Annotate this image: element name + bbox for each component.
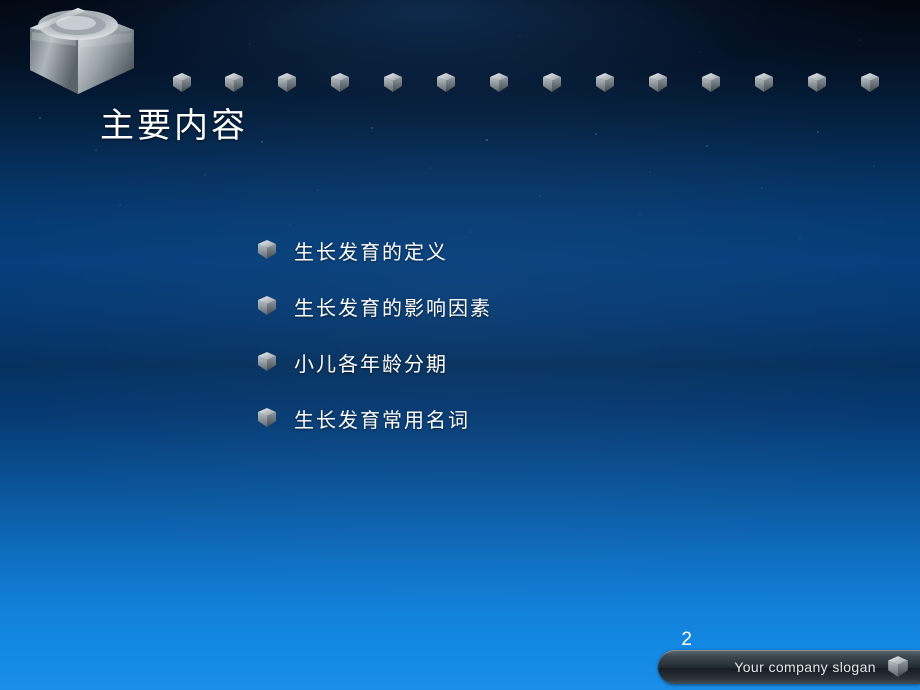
top-cube-row xyxy=(0,72,920,98)
cube-decoration-icon xyxy=(595,72,615,94)
list-item: 生长发育的影响因素 xyxy=(256,278,816,334)
cube-decoration-icon xyxy=(754,72,774,94)
footer-slogan: Your company slogan xyxy=(734,659,876,675)
cube-bullet-icon xyxy=(256,407,278,429)
cube-decoration-icon xyxy=(542,72,562,94)
cube-decoration-icon xyxy=(172,72,192,94)
list-item-label: 生长发育的影响因素 xyxy=(294,295,492,320)
list-item-label: 生长发育常用名词 xyxy=(294,407,470,432)
slide-title: 主要内容 xyxy=(100,106,248,146)
list-item: 小儿各年龄分期 xyxy=(256,334,816,390)
slide-canvas: 主要内容 生长发育的定义 生长发育的影响因素 小儿各年龄分期 生长发育常用名词 … xyxy=(0,0,920,690)
cube-decoration-icon xyxy=(701,72,721,94)
bullet-list: 生长发育的定义 生长发育的影响因素 小儿各年龄分期 生长发育常用名词 xyxy=(256,222,816,446)
cube-decoration-icon xyxy=(436,72,456,94)
cube-bullet-icon xyxy=(256,239,278,261)
cube-decoration-icon xyxy=(648,72,668,94)
list-item-label: 小儿各年龄分期 xyxy=(294,351,448,376)
cube-decoration-icon xyxy=(860,72,880,94)
list-item-label: 生长发育的定义 xyxy=(294,239,448,264)
cube-bullet-icon xyxy=(256,351,278,373)
list-item: 生长发育常用名词 xyxy=(256,390,816,446)
cube-decoration-icon xyxy=(277,72,297,94)
cube-decoration-icon xyxy=(383,72,403,94)
cube-bullet-icon xyxy=(256,295,278,317)
cube-decoration-icon xyxy=(489,72,509,94)
cube-decoration-icon xyxy=(224,72,244,94)
cube-logo-icon xyxy=(886,655,910,679)
list-item: 生长发育的定义 xyxy=(256,222,816,278)
cube-decoration-icon xyxy=(330,72,350,94)
footer-bar: Your company slogan xyxy=(658,650,920,684)
cube-decoration-icon xyxy=(807,72,827,94)
page-number: 2 xyxy=(681,629,692,650)
